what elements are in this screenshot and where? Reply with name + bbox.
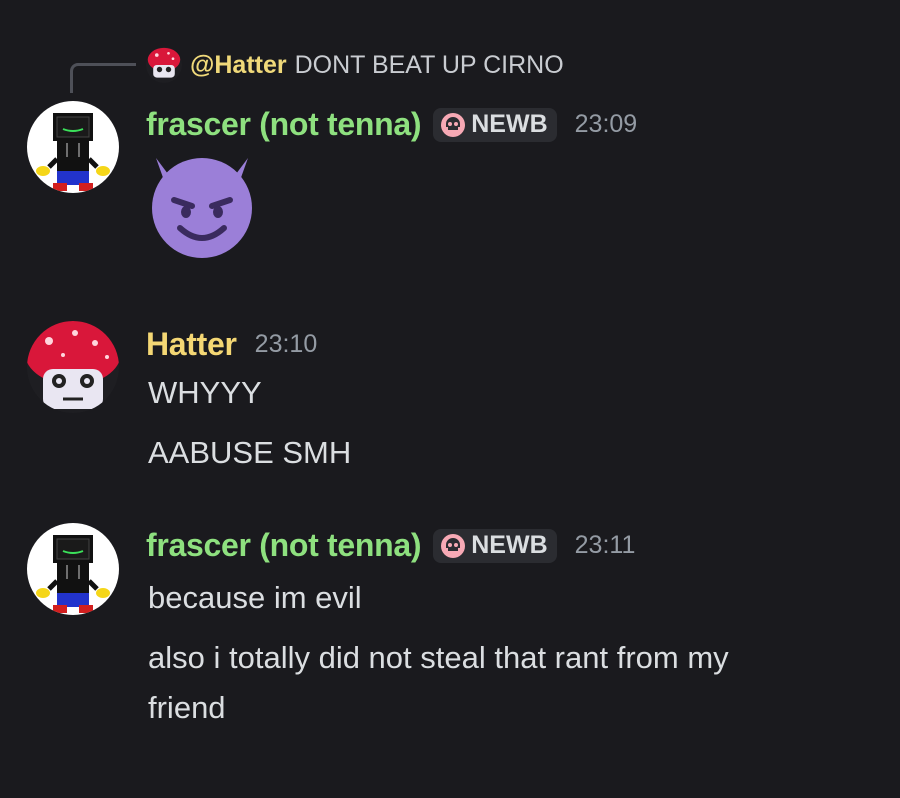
message-text[interactable]: because im evil — [148, 573, 362, 623]
timestamp[interactable]: 23:11 — [575, 531, 636, 560]
reply-author[interactable]: @Hatter — [190, 51, 287, 80]
reply-preview[interactable]: @Hatter DONT BEAT UP CIRNO — [146, 46, 564, 84]
message-text[interactable]: AABUSE SMH — [148, 428, 351, 478]
username[interactable]: Hatter — [146, 326, 237, 363]
message-header: frascer (not tenna) NEWB 23:11 — [146, 527, 635, 564]
role-tag[interactable]: NEWB — [433, 107, 557, 142]
message-header: frascer (not tenna) NEWB 23:09 — [146, 106, 637, 143]
skull-icon — [441, 533, 466, 558]
role-tag-label: NEWB — [471, 531, 548, 559]
hatter-avatar[interactable] — [27, 321, 119, 413]
role-tag-label: NEWB — [471, 110, 548, 138]
reply-connector — [70, 63, 136, 93]
timestamp[interactable]: 23:10 — [255, 330, 318, 359]
role-tag[interactable]: NEWB — [433, 528, 557, 563]
message-text[interactable]: friend — [148, 683, 226, 733]
reply-text[interactable]: DONT BEAT UP CIRNO — [295, 51, 564, 80]
hatter-reply-avatar[interactable] — [146, 47, 182, 83]
message-text[interactable]: also i totally did not steal that rant f… — [148, 633, 729, 683]
username[interactable]: frascer (not tenna) — [146, 527, 422, 564]
username[interactable]: frascer (not tenna) — [146, 106, 422, 143]
timestamp[interactable]: 23:09 — [575, 110, 638, 139]
skull-icon — [441, 112, 466, 137]
frascer-avatar[interactable] — [27, 101, 119, 193]
frascer-avatar[interactable] — [27, 523, 119, 615]
message-text[interactable]: WHYYY — [148, 368, 262, 418]
chat-log: @Hatter DONT BEAT UP CIRNO frascer (not … — [0, 0, 900, 798]
smiling-imp-emoji[interactable] — [146, 150, 258, 262]
message-header: Hatter 23:10 — [146, 326, 317, 363]
